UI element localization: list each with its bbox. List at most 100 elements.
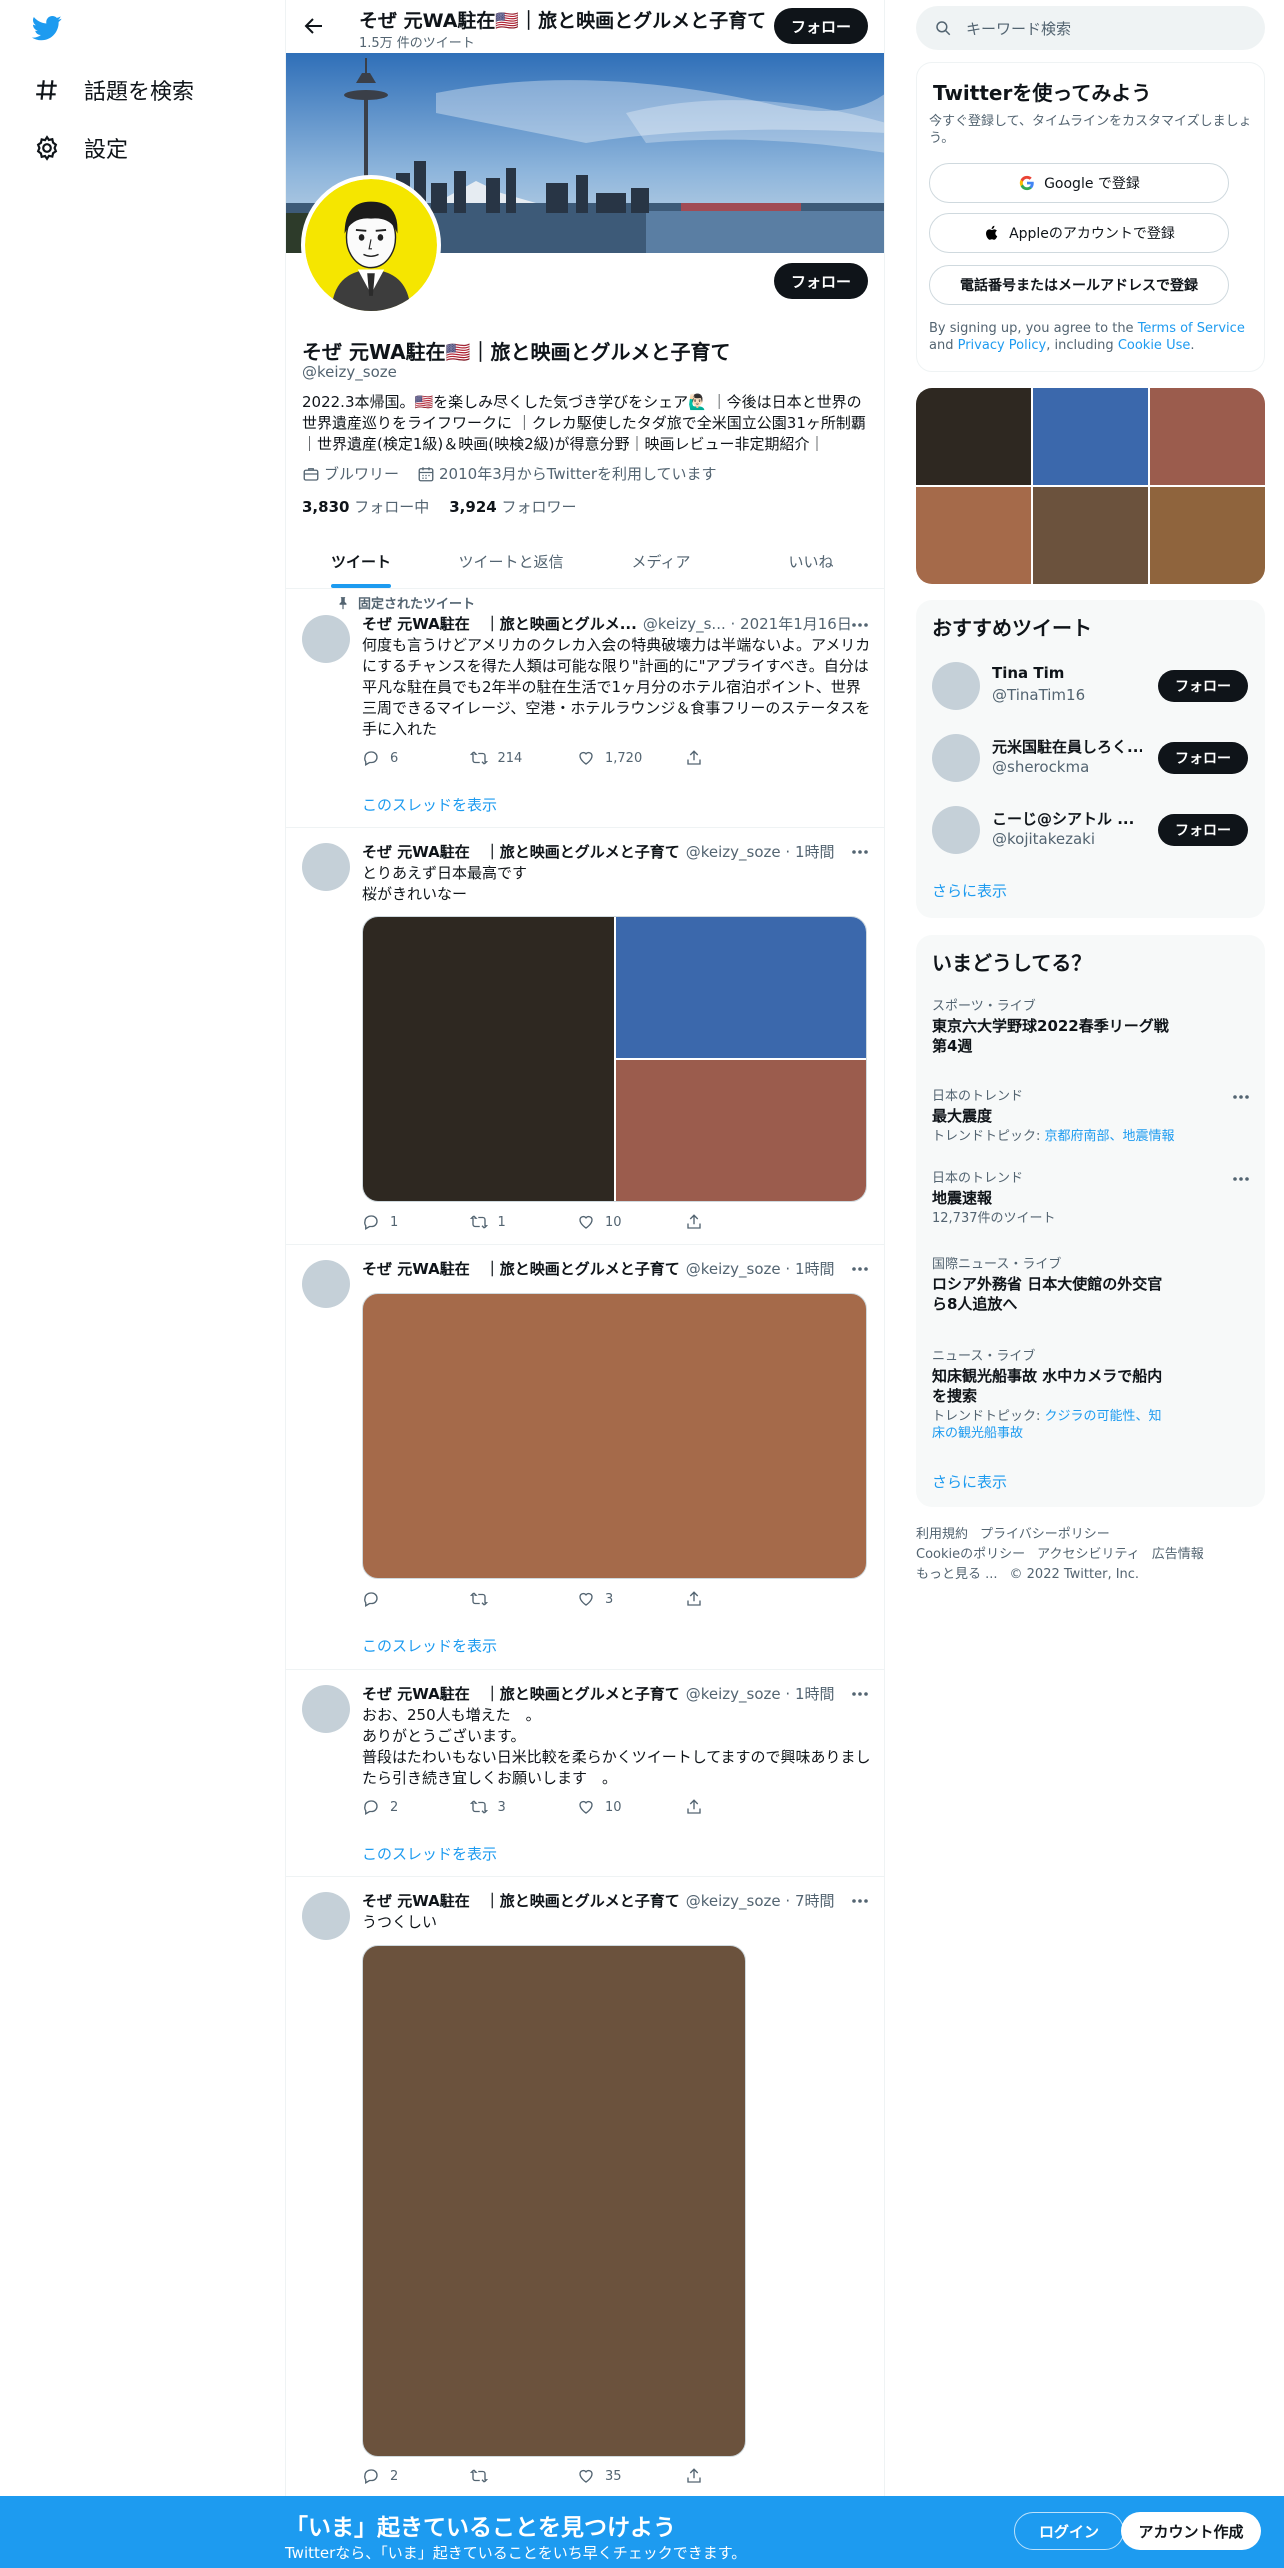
avatar[interactable] xyxy=(302,1260,350,1308)
tweet-author-name[interactable]: そぜ 元WA駐在 ｜旅と映画とグルメと子育て xyxy=(362,1683,680,1704)
phone-email-signup-button[interactable]: 電話番号またはメールアドレスで登録 xyxy=(929,265,1229,305)
show-thread-link[interactable]: このスレッドを表示 xyxy=(362,794,497,815)
footer-link[interactable]: アクセシビリティ xyxy=(1037,1547,1140,1562)
retweet-button[interactable]: 214 xyxy=(469,749,578,767)
avatar[interactable] xyxy=(302,615,350,663)
show-thread-link[interactable]: このスレッドを表示 xyxy=(362,1843,497,1864)
tweet-timestamp[interactable]: 1時間 xyxy=(795,1683,835,1704)
footer-link[interactable]: 広告情報 xyxy=(1152,1547,1204,1562)
follow-button[interactable]: フォロー xyxy=(1158,814,1248,846)
profile-follow-button[interactable]: フォロー xyxy=(774,263,868,299)
search-input[interactable]: キーワード検索 xyxy=(966,18,1071,39)
tweet-author-name[interactable]: そぜ 元WA駐在 ｜旅と映画とグルメと子育て xyxy=(362,1258,680,1279)
trend-item[interactable]: スポーツ・ライブ 東京六大学野球2022春季リーグ戦 第4週 xyxy=(932,995,1252,1056)
tweet-photo[interactable] xyxy=(362,1945,746,2457)
follow-button[interactable]: フォロー xyxy=(1158,742,1248,774)
retweet-button[interactable] xyxy=(469,2467,578,2485)
media-thumbnail[interactable] xyxy=(916,487,1031,584)
followers-link[interactable]: 3,924 フォロワー xyxy=(449,496,576,517)
media-thumbnail[interactable] xyxy=(1150,487,1265,584)
tweet-timestamp[interactable]: 7時間 xyxy=(795,1890,835,1911)
tweet-author-name[interactable]: そぜ 元WA駐在 ｜旅と映画とグルメと子育て xyxy=(362,841,680,862)
avatar[interactable] xyxy=(302,1892,350,1940)
tweet-author-handle[interactable]: @keizy_s... xyxy=(643,615,726,633)
media-thumbnail[interactable] xyxy=(1150,388,1265,485)
tweet-timestamp[interactable]: 1時間 xyxy=(795,1258,835,1279)
trend-item[interactable]: 国際ニュース・ライブ ロシア外務省 日本大使館の外交官ら8人追放へ xyxy=(932,1253,1252,1314)
recommended-user[interactable]: Tina Tim @TinaTim16 フォロー xyxy=(932,656,1252,716)
media-thumbnail[interactable] xyxy=(1033,487,1148,584)
trend-item[interactable]: 日本のトレンド 最大震度 トレンドトピック: 京都府南部、地震情報 xyxy=(932,1085,1252,1145)
tweet[interactable]: そぜ 元WA駐在 ｜旅と映画とグルメと子育て @keizy_soze · 1時間… xyxy=(286,1245,884,1670)
tweet-photo[interactable] xyxy=(362,1293,867,1579)
tweet-pinned[interactable]: 固定されたツイート そぜ 元WA駐在 ｜旅と映画とグルメ... @keizy_s… xyxy=(286,589,884,828)
following-link[interactable]: 3,830 フォロー中 xyxy=(302,496,429,517)
footer-link[interactable]: Cookieのポリシー xyxy=(916,1547,1025,1562)
tweet-author-handle[interactable]: @keizy_soze xyxy=(686,843,781,861)
avatar[interactable] xyxy=(302,1685,350,1733)
share-button[interactable] xyxy=(685,1798,793,1816)
tab-tweets[interactable]: ツイート xyxy=(286,535,436,588)
avatar[interactable] xyxy=(932,734,980,782)
tweet-photo[interactable] xyxy=(363,917,614,1201)
search-bar[interactable]: キーワード検索 xyxy=(916,6,1265,50)
footer-link[interactable]: 利用規約 xyxy=(916,1527,968,1542)
recommended-user[interactable]: こーじ@シアトル ... @kojitakezaki フォロー xyxy=(932,800,1252,860)
tweet-author-handle[interactable]: @keizy_soze xyxy=(686,1260,781,1278)
more-options-icon[interactable] xyxy=(850,615,870,635)
cookie-link[interactable]: Cookie Use xyxy=(1118,338,1191,353)
show-more-link[interactable]: さらに表示 xyxy=(932,1471,1007,1492)
tweet-author-handle[interactable]: @keizy_soze xyxy=(686,1892,781,1910)
avatar[interactable] xyxy=(932,662,980,710)
tab-likes[interactable]: いいね xyxy=(736,535,884,588)
more-options-icon[interactable] xyxy=(850,1259,870,1279)
avatar[interactable] xyxy=(302,843,350,891)
like-button[interactable]: 10 xyxy=(577,1213,685,1231)
nav-settings[interactable]: 設定 xyxy=(34,132,128,164)
apple-signup-button[interactable]: Appleのアカウントで登録 xyxy=(929,213,1229,253)
tweet-author-name[interactable]: そぜ 元WA駐在 ｜旅と映画とグルメと子育て xyxy=(362,1890,680,1911)
recommended-user[interactable]: 元米国駐在員しろく... @sherockma フォロー xyxy=(932,728,1252,788)
tab-media[interactable]: メディア xyxy=(586,535,736,588)
footer-link[interactable]: プライバシーポリシー xyxy=(980,1527,1110,1542)
media-thumbnail[interactable] xyxy=(1033,388,1148,485)
google-signup-button[interactable]: Google で登録 xyxy=(929,163,1229,203)
avatar[interactable] xyxy=(932,806,980,854)
retweet-button[interactable]: 1 xyxy=(469,1213,578,1231)
tab-tweets-replies[interactable]: ツイートと返信 xyxy=(436,535,586,588)
header-follow-button[interactable]: フォロー xyxy=(774,8,868,44)
tweet-timestamp[interactable]: 2021年1月16日 xyxy=(740,613,852,634)
share-button[interactable] xyxy=(685,1213,793,1231)
follow-button[interactable]: フォロー xyxy=(1158,670,1248,702)
share-button[interactable] xyxy=(685,2467,793,2485)
reply-button[interactable]: 2 xyxy=(362,1798,470,1816)
back-arrow-icon[interactable] xyxy=(302,14,326,38)
more-options-icon[interactable] xyxy=(1231,1087,1251,1107)
share-button[interactable] xyxy=(685,749,793,767)
twitter-logo-icon[interactable] xyxy=(30,13,64,43)
more-options-icon[interactable] xyxy=(850,1891,870,1911)
reply-button[interactable]: 1 xyxy=(362,1213,470,1231)
media-thumbnail[interactable] xyxy=(916,388,1031,485)
tweet-timestamp[interactable]: 1時間 xyxy=(795,841,835,862)
reply-button[interactable]: 2 xyxy=(362,2467,470,2485)
profile-avatar[interactable] xyxy=(301,175,441,315)
footer-link[interactable]: もっと見る ... xyxy=(916,1567,998,1582)
tweet-photo[interactable] xyxy=(615,917,866,1058)
tweet[interactable]: そぜ 元WA駐在 ｜旅と映画とグルメと子育て @keizy_soze · 7時間… xyxy=(286,1877,884,2497)
show-thread-link[interactable]: このスレッドを表示 xyxy=(362,1635,497,1656)
like-button[interactable]: 35 xyxy=(577,2467,685,2485)
tweet-author-handle[interactable]: @keizy_soze xyxy=(686,1685,781,1703)
more-options-icon[interactable] xyxy=(1231,1169,1251,1189)
reply-button[interactable] xyxy=(362,1590,470,1608)
trend-topic-link[interactable]: 京都府南部、地震情報 xyxy=(1045,1129,1175,1144)
privacy-link[interactable]: Privacy Policy xyxy=(958,338,1047,353)
like-button[interactable]: 10 xyxy=(577,1798,685,1816)
nav-explore[interactable]: 話題を検索 xyxy=(34,74,194,106)
tweet-author-name[interactable]: そぜ 元WA駐在 ｜旅と映画とグルメ... xyxy=(362,613,637,634)
like-button[interactable]: 3 xyxy=(577,1590,685,1608)
trend-item[interactable]: 日本のトレンド 地震速報 12,737件のツイート xyxy=(932,1167,1252,1227)
login-button[interactable]: ログイン xyxy=(1014,2512,1124,2550)
more-options-icon[interactable] xyxy=(850,1684,870,1704)
terms-link[interactable]: Terms of Service xyxy=(1138,321,1245,336)
